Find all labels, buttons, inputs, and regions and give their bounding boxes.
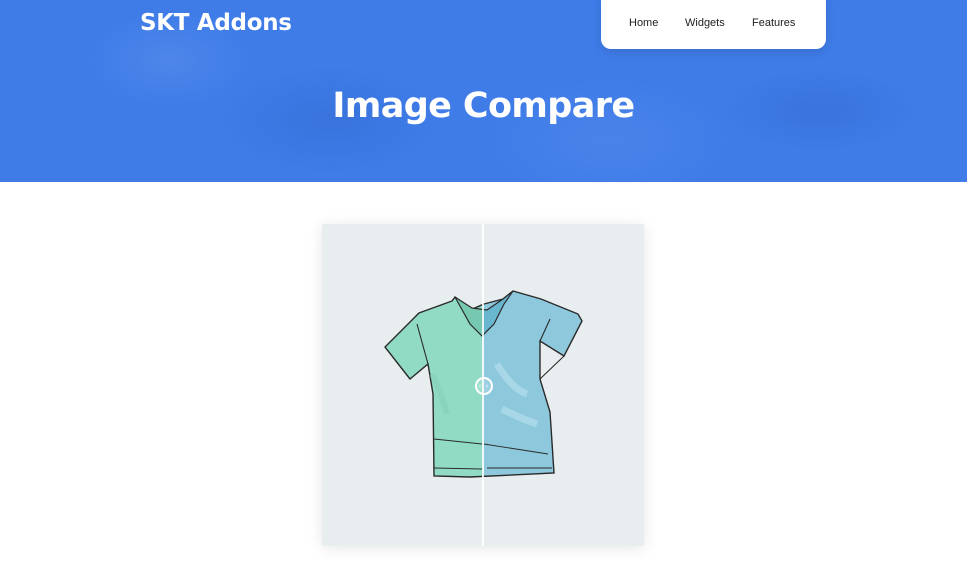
hero-banner: SKT Addons Home Widgets Features Image C…: [0, 0, 967, 182]
nav-item-widgets[interactable]: Widgets: [685, 17, 725, 29]
left-right-arrows-icon: ‹ ›: [478, 382, 490, 390]
page-title: Image Compare: [332, 86, 635, 126]
nav-item-features[interactable]: Features: [752, 17, 795, 29]
compare-slider-handle[interactable]: ‹ ›: [475, 377, 493, 395]
image-compare-widget[interactable]: ‹ ›: [322, 224, 644, 546]
nav-item-home[interactable]: Home: [629, 17, 658, 29]
main-nav: Home Widgets Features: [601, 0, 826, 49]
site-logo[interactable]: SKT Addons: [140, 10, 292, 36]
